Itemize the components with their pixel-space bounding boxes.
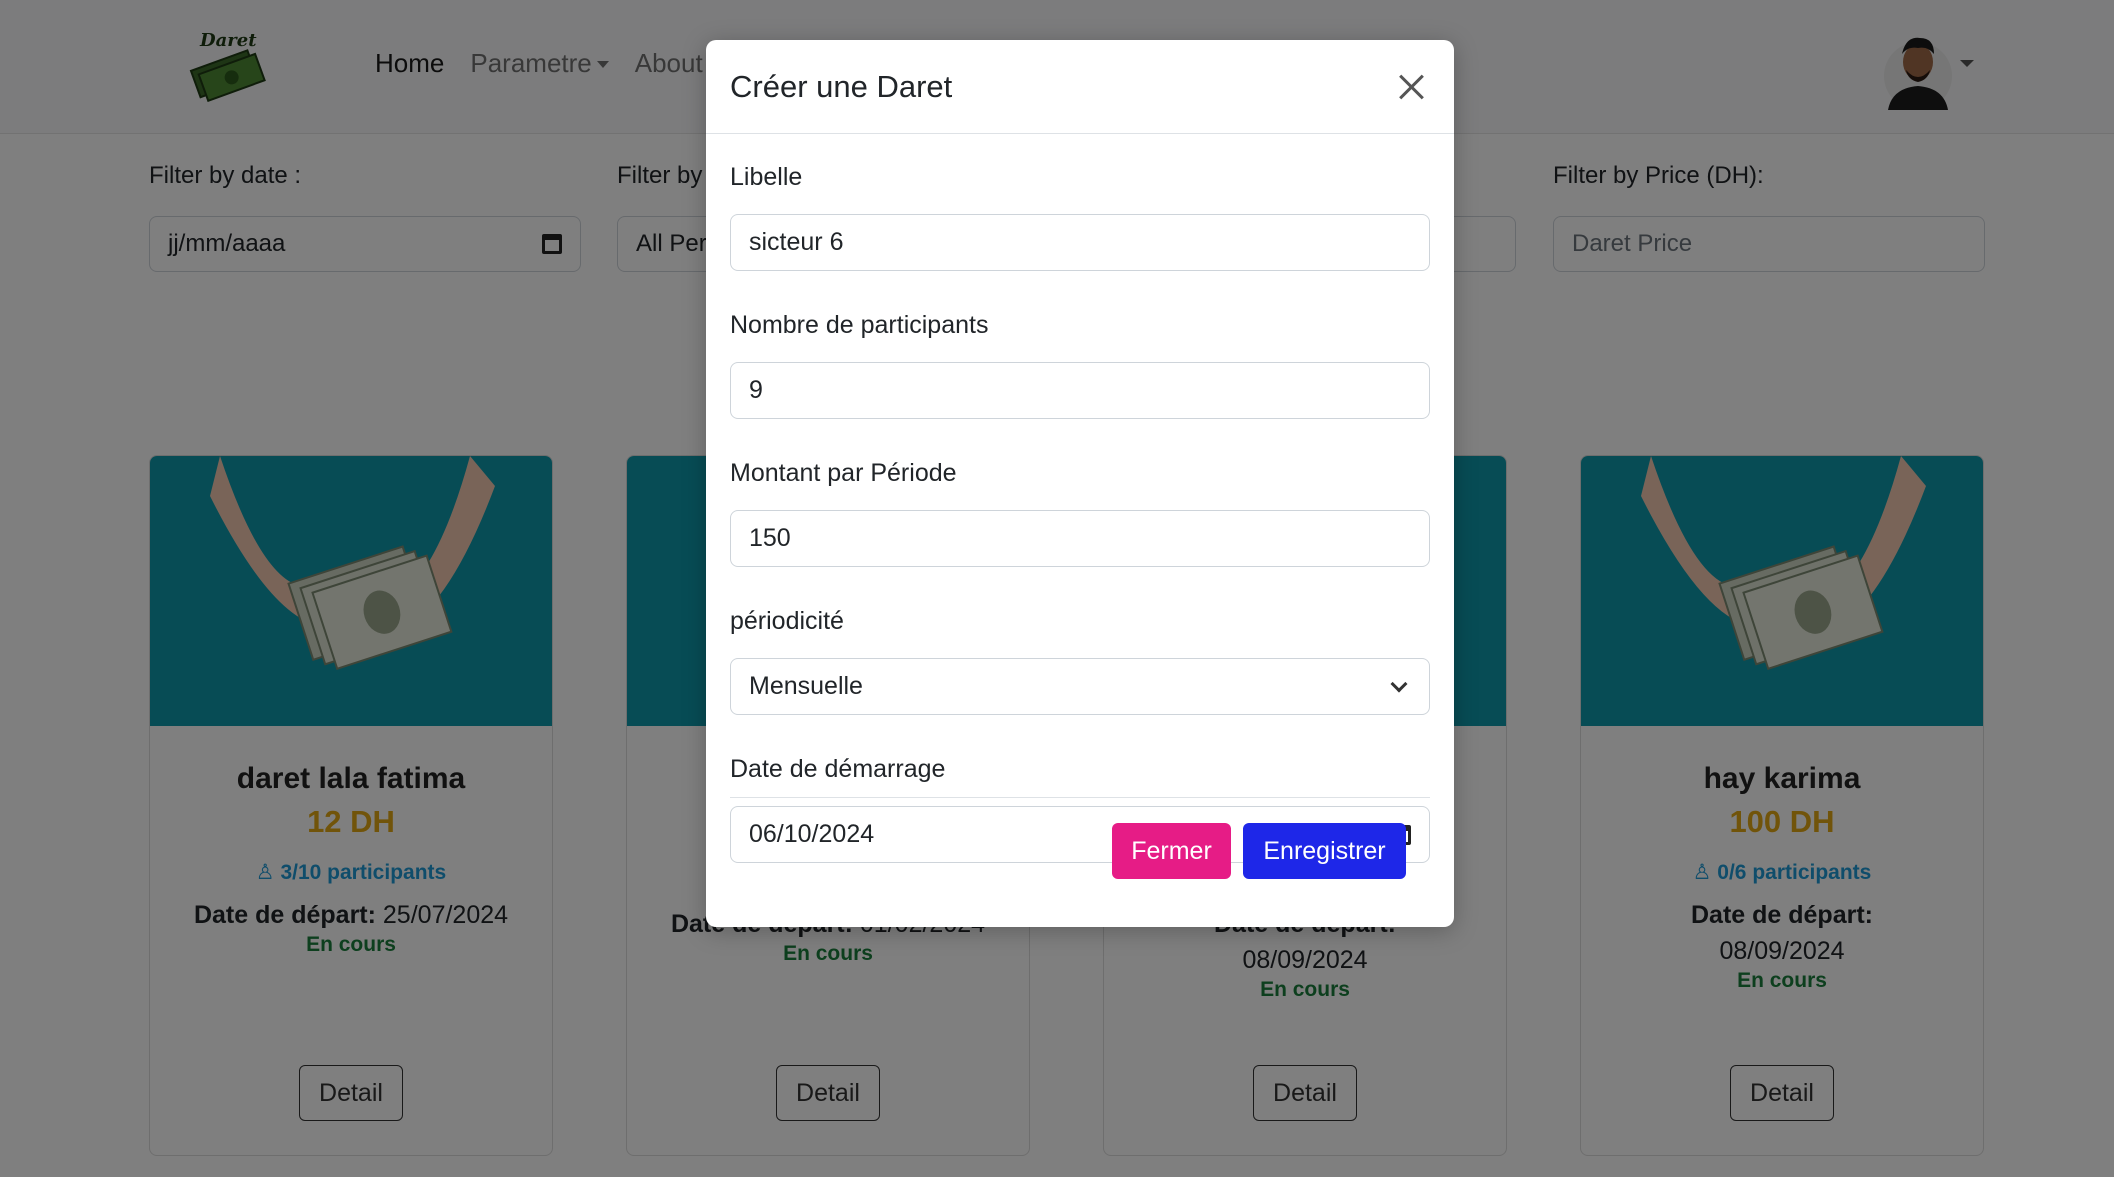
- libelle-value: sicteur 6: [749, 228, 844, 256]
- enregistrer-button[interactable]: Enregistrer: [1243, 823, 1406, 879]
- montant-label: Montant par Période: [730, 459, 957, 487]
- montant-value: 150: [749, 524, 791, 552]
- participants-group: Nombre de participants 9: [730, 308, 1430, 419]
- libelle-input[interactable]: sicteur 6: [730, 214, 1430, 271]
- modal-header: Créer une Daret: [706, 40, 1454, 134]
- participants-value: 9: [749, 376, 763, 404]
- libelle-group: Libelle sicteur 6: [730, 160, 1430, 271]
- modal-body: Libelle sicteur 6 Nombre de participants…: [706, 160, 1454, 863]
- periodicite-select[interactable]: Mensuelle: [730, 658, 1430, 715]
- date-label: Date de démarrage: [730, 755, 946, 783]
- modal-divider: [730, 797, 1430, 798]
- create-daret-modal: Créer une Daret Libelle sicteur 6 Nombre…: [706, 40, 1454, 927]
- participants-label: Nombre de participants: [730, 311, 989, 339]
- modal-title: Créer une Daret: [730, 68, 953, 104]
- close-icon[interactable]: [1394, 69, 1430, 105]
- chevron-down-icon: [1390, 675, 1408, 692]
- periodicite-group: périodicité Mensuelle: [730, 604, 1430, 715]
- montant-input[interactable]: 150: [730, 510, 1430, 567]
- participants-input[interactable]: 9: [730, 362, 1430, 419]
- date-value: 06/10/2024: [749, 820, 875, 848]
- periodicite-value: Mensuelle: [749, 672, 863, 700]
- periodicite-label: périodicité: [730, 607, 844, 635]
- fermer-button[interactable]: Fermer: [1112, 823, 1231, 879]
- montant-group: Montant par Période 150: [730, 456, 1430, 567]
- libelle-label: Libelle: [730, 163, 803, 191]
